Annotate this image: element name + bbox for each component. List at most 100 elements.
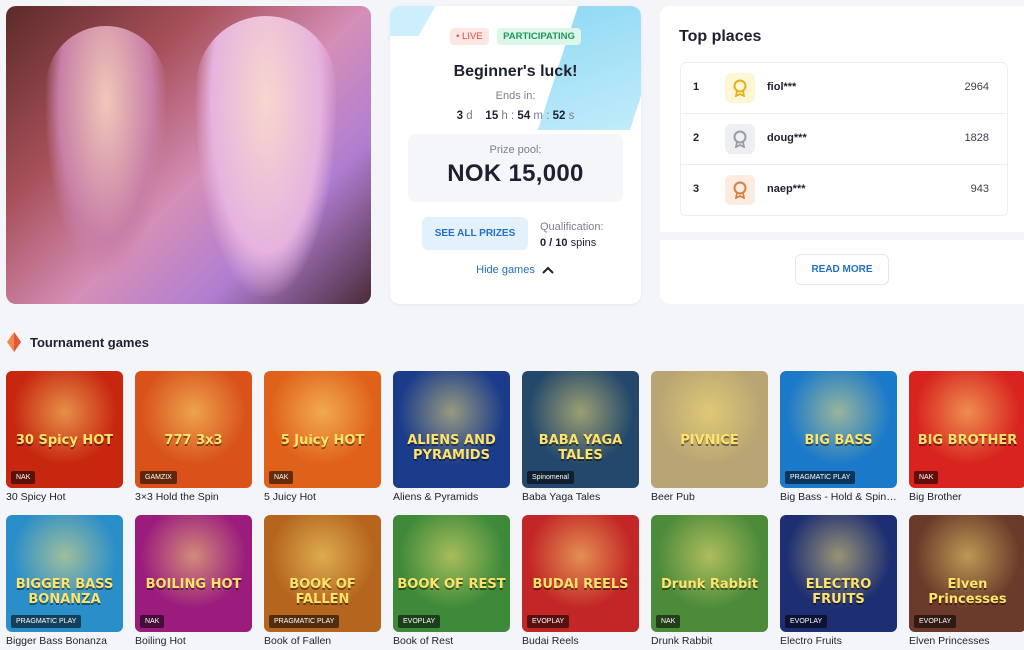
game-logo-text: BOOK OF REST [397,577,506,592]
player-score: 943 [970,183,989,195]
provider-badge: NAK [656,615,681,628]
game-thumbnail[interactable]: Elven Princesses EVOPLAY [909,515,1024,632]
game-logo-text: 5 Juicy HOT [280,433,365,448]
player-name: fiol*** [767,81,797,93]
game-logo-text: 30 Spicy HOT [15,433,114,448]
chevron-up-icon [542,266,554,274]
game-tile[interactable]: BIG BROTHER NAK Big Brother [909,371,1024,503]
game-name: Big Bass - Hold & Spinner [780,491,897,503]
game-logo-text: 777 3x3 [164,433,223,448]
game-thumbnail[interactable]: 777 3x3 GAMZIX [135,371,252,488]
game-logo-text: BIG BROTHER [917,433,1018,448]
game-tile[interactable]: BOILING HOT NAK Boiling Hot [135,515,252,647]
game-tile[interactable]: BOOK OF FALLEN PRAGMATIC PLAY Book of Fall… [264,515,381,647]
provider-badge: EVOPLAY [785,615,828,628]
hide-games-link[interactable]: Hide games [390,264,641,276]
game-name: Book of Rest [393,635,454,647]
provider-badge: PRAGMATIC PLAY [785,471,856,484]
status-badges: • LIVE PARTICIPATING [390,26,641,45]
player-name: naep*** [767,183,806,195]
leaderboard-row: 1 fiol*** 2964 [681,63,1007,113]
game-tile[interactable]: ELECTRO FRUITS EVOPLAY Electro Fruits [780,515,897,647]
provider-badge: NAK [269,471,294,484]
player-name: doug*** [767,132,807,144]
timer-days-unit: d [466,110,473,122]
player-score: 2964 [964,81,989,93]
game-thumbnail[interactable]: BIGGER BASS BONANZA PRAGMATIC PLAY [6,515,123,632]
qualification-label: Qualification: [540,221,604,233]
game-logo-text: Drunk Rabbit [661,577,758,592]
game-name: Big Brother [909,491,962,503]
game-thumbnail[interactable]: ALIENS AND PYRAMIDS [393,371,510,488]
tournament-games-title: Tournament games [30,334,149,350]
game-tile[interactable]: ALIENS AND PYRAMIDS Aliens & Pyramids [393,371,510,503]
game-logo-text: Elven Princesses [928,577,1007,607]
rank: 3 [693,183,700,195]
participating-badge: PARTICIPATING [497,28,581,45]
game-thumbnail[interactable]: Drunk Rabbit NAK [651,515,768,632]
game-tile[interactable]: 30 Spicy HOT NAK 30 Spicy Hot [6,371,123,503]
game-thumbnail[interactable]: PIVNICE [651,371,768,488]
banner-figure-left [46,26,166,276]
game-tile[interactable]: BUDAI REELS EVOPLAY Budai Reels [522,515,639,647]
provider-badge: NAK [140,615,165,628]
provider-badge: EVOPLAY [398,615,441,628]
provider-badge: Spinomenal [527,471,574,484]
game-name: Budai Reels [522,635,579,647]
game-tile[interactable]: Elven Princesses EVOPLAY Elven Princesses [909,515,1024,647]
game-tile[interactable]: BABA YAGA TALES Spinomenal Baba Yaga Tales [522,371,639,503]
game-name: Aliens & Pyramids [393,491,479,503]
provider-badge: GAMZIX [140,471,177,484]
read-more-button[interactable]: READ MORE [795,254,889,285]
game-logo-text: BOILING HOT [145,577,242,592]
timer-days: 3 [456,110,464,122]
game-name: Electro Fruits [780,635,842,647]
timer-seconds-unit: s [568,110,575,122]
game-tile[interactable]: PIVNICE Beer Pub [651,371,768,503]
qualification-progress: 0 / 10 [540,237,568,249]
timer-minutes: 54 [517,110,531,122]
game-name: Beer Pub [651,491,695,503]
game-tile[interactable]: BIG BASS PRAGMATIC PLAY Big Bass - Hold & … [780,371,897,503]
rank: 1 [693,81,700,93]
ends-label: Ends in: [495,90,536,102]
gold-medal-icon [725,73,755,103]
player-score: 1828 [964,132,989,144]
countdown-timer: 3 d 15 h : 54 m : 52 s [456,110,575,122]
game-name: 5 Juicy Hot [264,491,316,503]
qualification-info: Qualification: 0 / 10 spins [540,219,604,251]
prize-pool-box: Prize pool: NOK 15,000 [408,134,623,202]
hide-games-label: Hide games [476,264,535,276]
game-thumbnail[interactable]: BOOK OF REST EVOPLAY [393,515,510,632]
game-thumbnail[interactable]: 30 Spicy HOT NAK [6,371,123,488]
live-badge: • LIVE [450,28,489,45]
banner-figure-right [196,16,336,296]
game-thumbnail[interactable]: BABA YAGA TALES Spinomenal [522,371,639,488]
game-thumbnail[interactable]: BOOK OF FALLEN PRAGMATIC PLAY [264,515,381,632]
provider-badge: EVOPLAY [914,615,957,628]
game-thumbnail[interactable]: 5 Juicy HOT NAK [264,371,381,488]
game-thumbnail[interactable]: BIG BASS PRAGMATIC PLAY [780,371,897,488]
game-tile[interactable]: BOOK OF REST EVOPLAY Book of Rest [393,515,510,647]
tournament-games-header: Tournament games [6,331,149,353]
provider-badge: PRAGMATIC PLAY [11,615,82,628]
game-logo-text: PIVNICE [680,433,739,448]
game-thumbnail[interactable]: ELECTRO FRUITS EVOPLAY [780,515,897,632]
game-logo-text: BIG BASS [804,433,873,448]
game-tile[interactable]: Drunk Rabbit NAK Drunk Rabbit [651,515,768,647]
game-thumbnail[interactable]: BOILING HOT NAK [135,515,252,632]
game-tile[interactable]: 777 3x3 GAMZIX 3×3 Hold the Spin [135,371,252,503]
timer-minutes-unit: m [533,110,544,122]
bronze-medal-icon [725,175,755,205]
game-tile[interactable]: 5 Juicy HOT NAK 5 Juicy Hot [264,371,381,503]
timer-seconds: 52 [552,110,566,122]
leaderboard-list: 1 fiol*** 2964 2 doug*** 1828 3 naep*** … [680,62,1008,216]
game-tile[interactable]: BIGGER BASS BONANZA PRAGMATIC PLAY Bigger … [6,515,123,647]
game-thumbnail[interactable]: BUDAI REELS EVOPLAY [522,515,639,632]
game-thumbnail[interactable]: BIG BROTHER NAK [909,371,1024,488]
see-all-prizes-button[interactable]: SEE ALL PRIZES [422,217,528,250]
prize-pool-label: Prize pool: [489,144,542,156]
game-name: Elven Princesses [909,635,990,647]
tournament-title: Beginner's luck! [453,63,578,80]
provider-badge: NAK [11,471,36,484]
